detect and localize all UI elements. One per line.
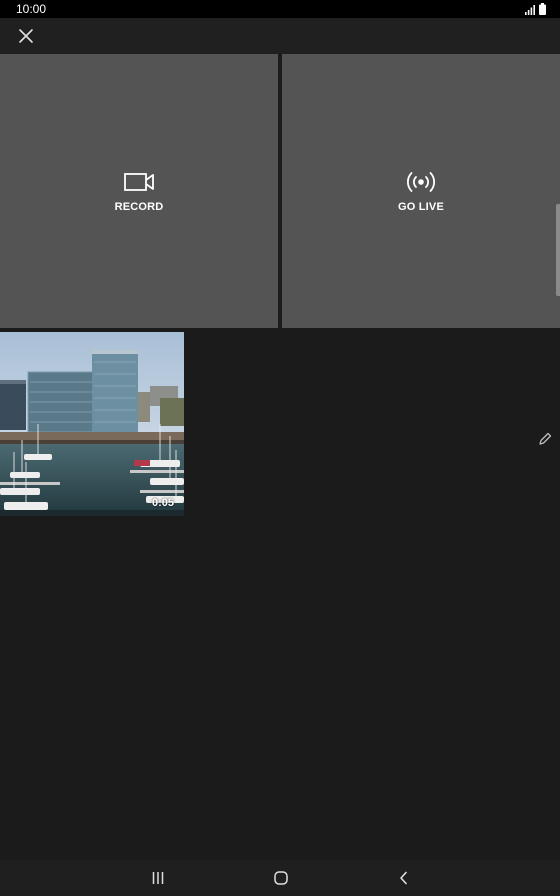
pencil-icon [539, 432, 552, 445]
navigation-bar [0, 860, 560, 896]
record-button[interactable]: RECORD [0, 54, 278, 328]
back-button[interactable] [392, 868, 416, 888]
video-duration: 0:05 [151, 497, 174, 509]
record-label: RECORD [114, 201, 164, 213]
video-camera-icon [124, 173, 154, 191]
status-icons [525, 3, 546, 15]
home-icon [274, 871, 288, 885]
status-time: 10:00 [16, 2, 47, 16]
thumbnail-image [0, 332, 184, 516]
screen: 10:00 RECORD GO LIVE 0:05 [0, 0, 560, 896]
recents-icon [152, 872, 164, 884]
recents-button[interactable] [146, 868, 170, 888]
broadcast-icon [407, 172, 435, 192]
app-toolbar [0, 18, 560, 54]
home-button[interactable] [269, 868, 293, 888]
battery-icon [539, 3, 546, 15]
go-live-label: GO LIVE [397, 201, 445, 213]
go-live-button[interactable]: GO LIVE [282, 54, 560, 328]
close-button[interactable] [12, 22, 40, 50]
signal-icon [525, 5, 535, 15]
back-icon [400, 871, 407, 885]
video-thumbnail[interactable]: 0:05 [0, 332, 184, 516]
edit-button[interactable] [534, 428, 556, 450]
close-icon [19, 29, 33, 43]
edge-panel-handle[interactable] [556, 204, 560, 296]
status-bar: 10:00 [0, 0, 560, 18]
